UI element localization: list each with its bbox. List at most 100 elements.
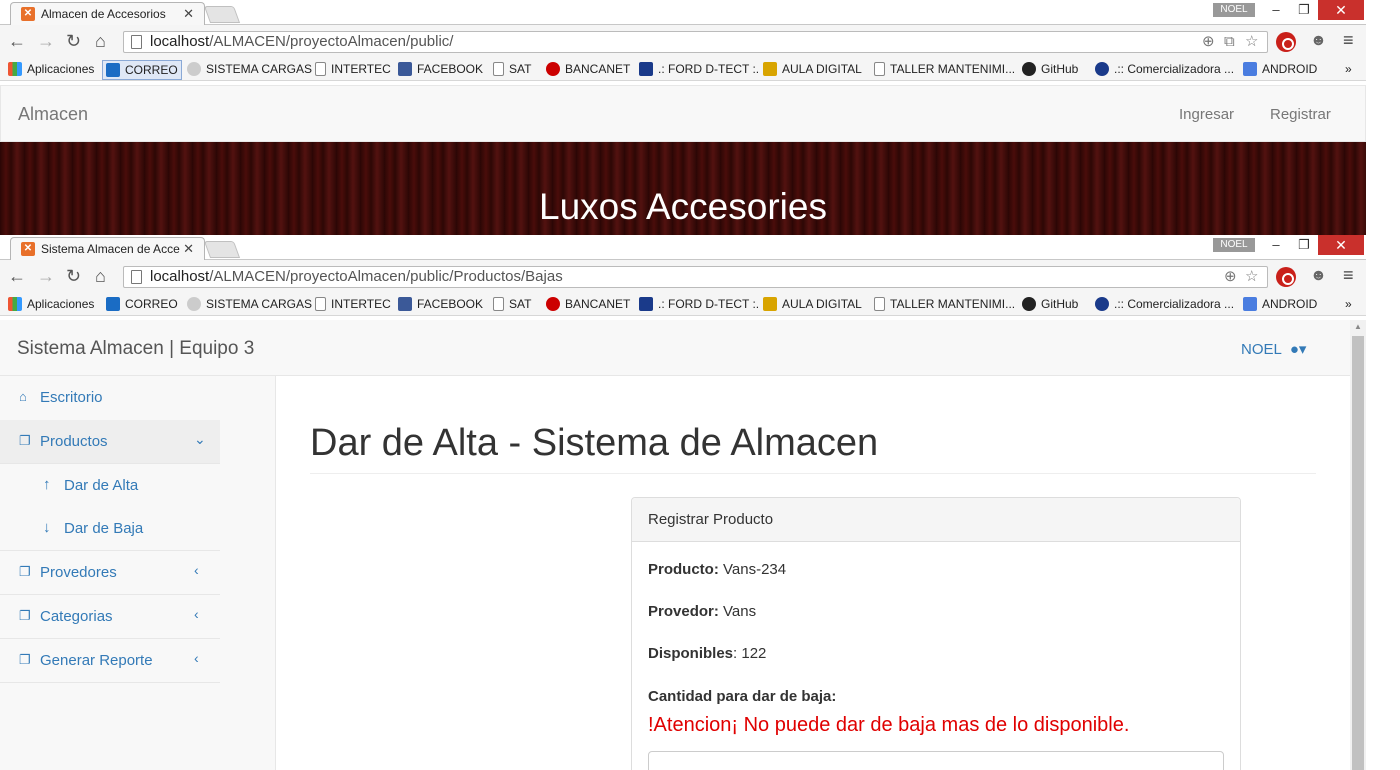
bookmark-correo[interactable]: CORREO <box>106 297 178 311</box>
bookmark-sistema-cargas[interactable]: SISTEMA CARGAS <box>187 62 312 76</box>
browser-tab[interactable]: ✕ Almacen de Accesorios ✕ <box>10 2 205 25</box>
sidebar-item-provedores[interactable]: ❐ Provedores ‹ <box>0 551 220 595</box>
star-icon[interactable]: ☆ <box>1245 32 1258 52</box>
sidebar-item-label: Dar de Alta <box>64 477 139 494</box>
adblock-icon[interactable] <box>1276 32 1296 52</box>
bookmark-intertec[interactable]: INTERTEC <box>315 297 391 311</box>
arrow-up-icon: ↑ <box>43 476 51 493</box>
new-tab-button[interactable] <box>203 6 241 23</box>
close-window-icon[interactable]: ✕ <box>1318 235 1364 255</box>
restore-icon[interactable]: ❐ <box>1290 0 1318 20</box>
bookmark-correo[interactable]: CORREO <box>102 60 182 80</box>
sidebar-item-escritorio[interactable]: ⌂ Escritorio <box>0 376 220 420</box>
tab-title: Almacen de Accesorios <box>41 7 166 21</box>
back-icon[interactable]: ← <box>8 31 26 52</box>
bookmark-comercializadora[interactable]: .:: Comercializadora ... <box>1095 62 1234 76</box>
toolbar: ← → ↻ ⌂ localhost/ALMACEN/proyectoAlmace… <box>0 260 1366 294</box>
bookmark-bancanet[interactable]: BANCANET <box>546 62 630 76</box>
minimize-icon[interactable]: – <box>1262 0 1290 20</box>
translate-icon[interactable]: ⧉ <box>1224 32 1235 52</box>
more-bookmarks-icon[interactable]: » <box>1345 297 1352 311</box>
moodle-icon <box>763 297 777 311</box>
site-brand[interactable]: Almacen <box>18 104 88 125</box>
sidebar-item-label: Dar de Baja <box>64 520 144 537</box>
bookmark-ford[interactable]: .: FORD D-TECT :. <box>639 297 759 311</box>
adblock-icon[interactable] <box>1276 267 1296 287</box>
zoom-icon[interactable]: ⊕ <box>1202 32 1215 52</box>
bookmark-intertec[interactable]: INTERTEC <box>315 62 391 76</box>
zoom-icon[interactable]: ⊕ <box>1224 267 1237 287</box>
user-menu[interactable]: NOEL ●▾ <box>1241 340 1306 358</box>
bookmark-label: GitHub <box>1041 297 1079 311</box>
forward-icon[interactable]: → <box>37 31 55 52</box>
star-icon[interactable]: ☆ <box>1245 267 1258 287</box>
address-bar[interactable]: localhost/ALMACEN/proyectoAlmacen/public… <box>123 266 1268 288</box>
menu-icon[interactable]: ≡ <box>1343 265 1354 286</box>
bookmark-label: .: FORD D-TECT :. <box>658 62 760 76</box>
bookmark-github[interactable]: GitHub <box>1022 297 1078 311</box>
more-bookmarks-icon[interactable]: » <box>1345 62 1352 76</box>
app-brand[interactable]: Sistema Almacen | Equipo 3 <box>17 338 254 360</box>
bookmark-taller[interactable]: TALLER MANTENIMI... <box>874 62 1015 76</box>
sidebar-item-generar-reporte[interactable]: ❐ Generar Reporte ‹ <box>0 639 220 683</box>
bookmark-facebook[interactable]: FACEBOOK <box>398 62 483 76</box>
producto-label: Producto: <box>648 561 719 578</box>
bookmark-sat[interactable]: SAT <box>493 62 531 76</box>
new-tab-button[interactable] <box>203 241 241 258</box>
scrollbar[interactable]: ▲ <box>1350 320 1366 770</box>
home-icon: ⌂ <box>19 389 27 404</box>
home-icon[interactable]: ⌂ <box>95 266 106 287</box>
extension-icon[interactable]: ☻ <box>1310 32 1330 52</box>
profile-badge[interactable]: NOEL <box>1213 238 1255 252</box>
provedor-row: Provedor: Vans <box>648 603 756 620</box>
close-tab-icon[interactable]: ✕ <box>183 6 194 22</box>
bookmark-apps[interactable]: Aplicaciones <box>8 297 94 311</box>
bookmark-comercializadora[interactable]: .:: Comercializadora ... <box>1095 297 1234 311</box>
home-icon[interactable]: ⌂ <box>95 31 106 52</box>
reload-icon[interactable]: ↻ <box>66 31 81 52</box>
sidebar-item-categorias[interactable]: ❐ Categorias ‹ <box>0 595 220 639</box>
bookmark-sistema-cargas[interactable]: SISTEMA CARGAS <box>187 297 312 311</box>
toolbar: ← → ↻ ⌂ localhost/ALMACEN/proyectoAlmace… <box>0 25 1366 59</box>
bookmark-bancanet[interactable]: BANCANET <box>546 297 630 311</box>
copy-icon: ❐ <box>19 564 31 579</box>
minimize-icon[interactable]: – <box>1262 235 1290 255</box>
forward-icon[interactable]: → <box>37 266 55 287</box>
browser-tab[interactable]: ✕ Sistema Almacen de Acce ✕ <box>10 237 205 260</box>
restore-icon[interactable]: ❐ <box>1290 235 1318 255</box>
bookmark-facebook[interactable]: FACEBOOK <box>398 297 483 311</box>
bookmark-aula-digital[interactable]: AULA DIGITAL <box>763 62 862 76</box>
bookmark-label: SAT <box>509 62 532 76</box>
bookmark-label: FACEBOOK <box>417 297 484 311</box>
menu-icon[interactable]: ≡ <box>1343 30 1354 51</box>
sidebar-item-dar-de-baja[interactable]: ↓ Dar de Baja <box>0 507 220 551</box>
url-path: /ALMACEN/proyectoAlmacen/public/ <box>209 33 454 50</box>
bookmark-aula-digital[interactable]: AULA DIGITAL <box>763 297 862 311</box>
register-link[interactable]: Registrar <box>1270 106 1331 123</box>
scroll-up-icon[interactable]: ▲ <box>1354 322 1362 331</box>
profile-badge[interactable]: NOEL <box>1213 3 1255 17</box>
xampp-icon: ✕ <box>21 7 35 21</box>
close-tab-icon[interactable]: ✕ <box>183 241 194 257</box>
bookmark-ford[interactable]: .: FORD D-TECT :. <box>639 62 759 76</box>
close-window-icon[interactable]: ✕ <box>1318 0 1364 20</box>
extension-icon[interactable]: ☻ <box>1310 267 1330 287</box>
google-icon <box>1243 297 1257 311</box>
disponibles-value: : 122 <box>733 645 767 662</box>
sidebar-item-productos[interactable]: ❐ Productos ⌄ <box>0 420 220 464</box>
page-title: Dar de Alta - Sistema de Almacen <box>310 422 879 464</box>
bookmark-apps[interactable]: Aplicaciones <box>8 62 94 76</box>
cantidad-input[interactable] <box>648 751 1224 770</box>
bookmark-android[interactable]: ANDROID <box>1243 62 1317 76</box>
bookmark-github[interactable]: GitHub <box>1022 62 1078 76</box>
sidebar-item-dar-de-alta[interactable]: ↑ Dar de Alta <box>0 464 220 507</box>
bookmark-sat[interactable]: SAT <box>493 297 531 311</box>
address-bar[interactable]: localhost/ALMACEN/proyectoAlmacen/public… <box>123 31 1268 53</box>
reload-icon[interactable]: ↻ <box>66 266 81 287</box>
bookmark-android[interactable]: ANDROID <box>1243 297 1317 311</box>
bookmark-taller[interactable]: TALLER MANTENIMI... <box>874 297 1015 311</box>
login-link[interactable]: Ingresar <box>1179 106 1234 123</box>
back-icon[interactable]: ← <box>8 266 26 287</box>
copy-icon: ❐ <box>19 433 31 448</box>
scroll-thumb[interactable] <box>1352 336 1364 770</box>
